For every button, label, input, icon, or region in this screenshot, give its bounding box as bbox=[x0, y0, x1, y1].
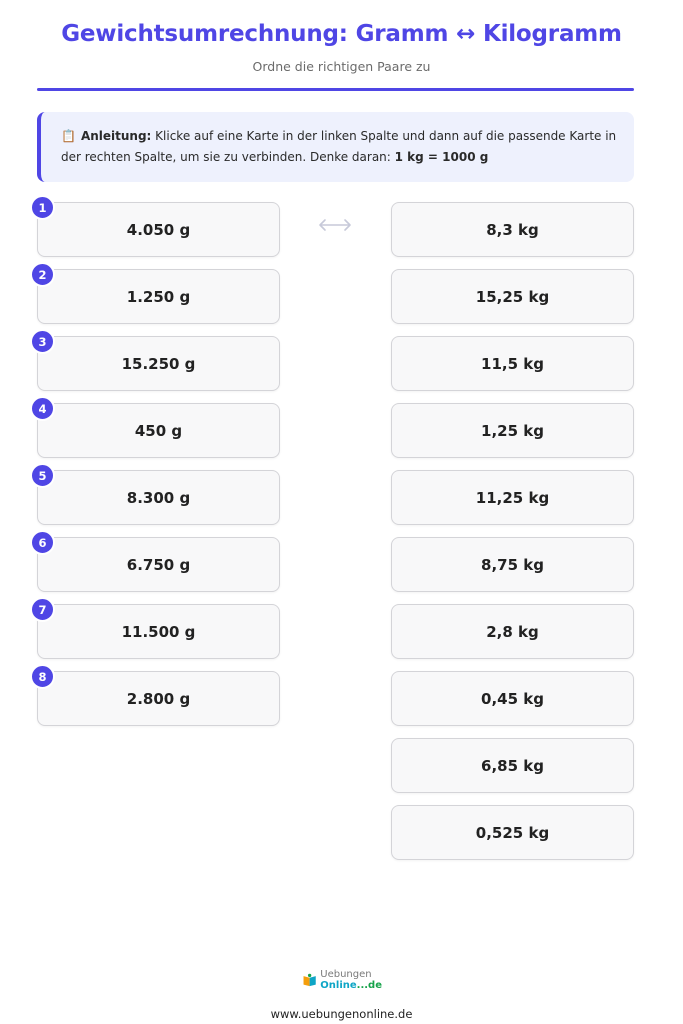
card-number-badge: 4 bbox=[30, 396, 55, 421]
right-card[interactable]: 11,25 kg bbox=[391, 470, 634, 525]
brand-logo: Uebungen Online...de bbox=[302, 967, 382, 993]
logo-text-bottom: Online bbox=[320, 980, 357, 991]
clipboard-icon: 📋 bbox=[61, 129, 76, 143]
book-icon bbox=[303, 973, 316, 987]
left-card[interactable]: 6.750 g bbox=[37, 537, 280, 592]
left-card[interactable]: 11.500 g bbox=[37, 604, 280, 659]
right-card[interactable]: 8,75 kg bbox=[391, 537, 634, 592]
left-card[interactable]: 2.800 g bbox=[37, 671, 280, 726]
logo-text-suffix: ...de bbox=[356, 980, 382, 991]
card-number-badge: 6 bbox=[30, 530, 55, 555]
left-card[interactable]: 4.050 g bbox=[37, 202, 280, 257]
left-card[interactable]: 15.250 g bbox=[37, 336, 280, 391]
instructions-box: 📋 Anleitung: Klicke auf eine Karte in der… bbox=[37, 112, 634, 182]
double-arrow-icon bbox=[319, 219, 351, 231]
instructions-label: Anleitung: bbox=[80, 129, 152, 143]
card-number-badge: 5 bbox=[30, 463, 55, 488]
right-card[interactable]: 11,5 kg bbox=[391, 336, 634, 391]
card-number-badge: 3 bbox=[30, 329, 55, 354]
header-divider bbox=[37, 88, 634, 91]
left-card[interactable]: 8.300 g bbox=[37, 470, 280, 525]
right-card[interactable]: 8,3 kg bbox=[391, 202, 634, 257]
card-number-badge: 2 bbox=[30, 262, 55, 287]
right-card[interactable]: 6,85 kg bbox=[391, 738, 634, 793]
card-number-badge: 8 bbox=[30, 664, 55, 689]
right-card[interactable]: 2,8 kg bbox=[391, 604, 634, 659]
right-card[interactable]: 0,525 kg bbox=[391, 805, 634, 860]
instructions-rule: 1 kg = 1000 g bbox=[394, 150, 489, 164]
right-card[interactable]: 0,45 kg bbox=[391, 671, 634, 726]
card-number-badge: 7 bbox=[30, 597, 55, 622]
page-title: Gewichtsumrechnung: Gramm ↔ Kilogramm bbox=[61, 21, 622, 47]
left-card[interactable]: 450 g bbox=[37, 403, 280, 458]
left-card[interactable]: 1.250 g bbox=[37, 269, 280, 324]
footer-url[interactable]: www.uebungenonline.de bbox=[0, 1007, 683, 1021]
page-subtitle: Ordne die richtigen Paare zu bbox=[252, 59, 431, 74]
logo-text-top: Uebungen bbox=[320, 969, 372, 980]
right-card[interactable]: 1,25 kg bbox=[391, 403, 634, 458]
right-card[interactable]: 15,25 kg bbox=[391, 269, 634, 324]
card-number-badge: 1 bbox=[30, 195, 55, 220]
